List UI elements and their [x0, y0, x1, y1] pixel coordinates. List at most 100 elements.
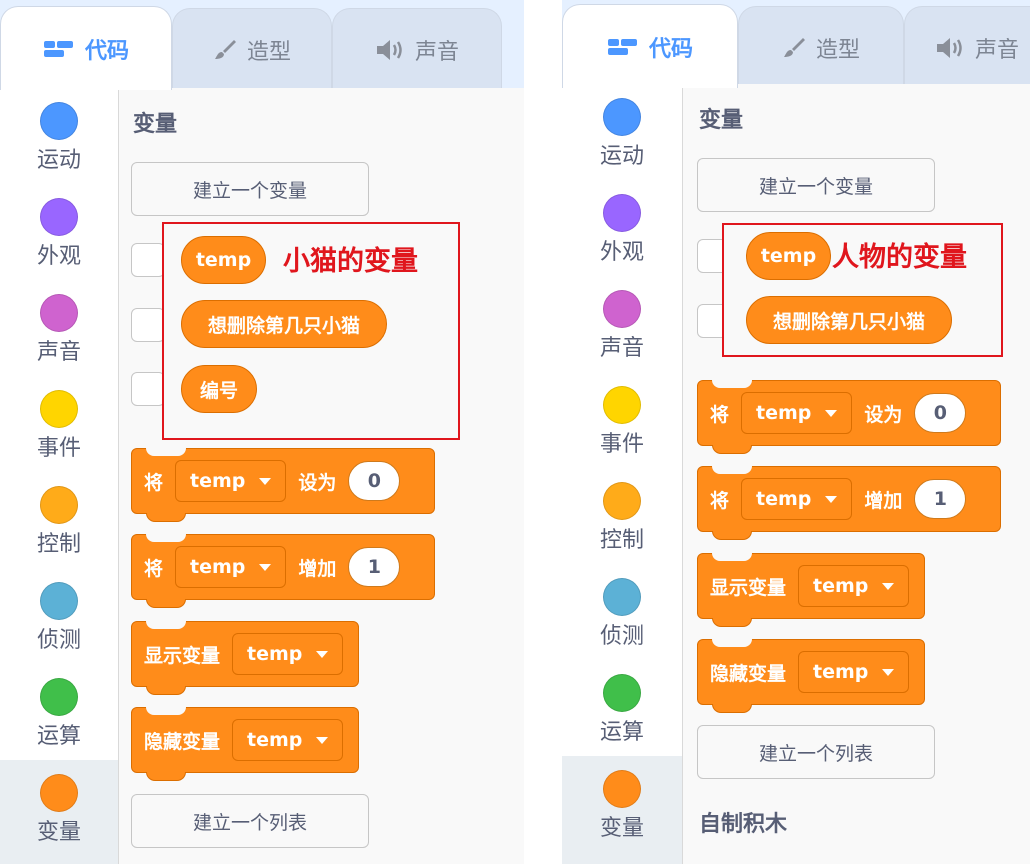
variable-dropdown[interactable]: temp [741, 392, 853, 434]
looks-dot-icon [603, 194, 641, 232]
tab-costumes[interactable]: 造型 [172, 8, 332, 90]
category-label: 控制 [599, 528, 644, 553]
dropdown-value: temp [756, 488, 812, 510]
set-variable-block[interactable]: 将 temp 设为 0 [131, 448, 435, 522]
category-label: 控制 [36, 532, 81, 557]
make-list-button[interactable]: 建立一个列表 [697, 725, 935, 779]
code-icon [43, 39, 75, 59]
block-text: 显示变量 [144, 644, 221, 667]
variables-dot-icon [40, 774, 78, 812]
variable-dropdown[interactable]: temp [741, 478, 853, 520]
dropdown-value: temp [813, 575, 869, 597]
variable-checkbox[interactable] [131, 243, 165, 277]
make-list-button[interactable]: 建立一个列表 [131, 794, 369, 848]
change-variable-block[interactable]: 将 temp 增加 1 [131, 534, 435, 608]
category-control[interactable]: 控制 [0, 482, 118, 578]
hide-variable-block[interactable]: 隐藏变量 temp [131, 707, 359, 781]
variable-dropdown[interactable]: temp [232, 633, 344, 675]
operators-dot-icon [40, 678, 78, 716]
category-label: 运算 [36, 724, 81, 749]
variable-reporter-temp[interactable]: temp [746, 232, 831, 280]
variable-dropdown[interactable]: temp [175, 460, 287, 502]
dropdown-value: temp [813, 661, 869, 683]
dropdown-value: temp [247, 729, 303, 751]
category-label: 变量 [36, 820, 81, 845]
category-label: 侦测 [599, 624, 644, 649]
variable-reporter[interactable]: 编号 [181, 365, 257, 413]
block-text: 增加 [864, 489, 903, 512]
variable-checkbox[interactable] [131, 308, 165, 342]
category-motion[interactable]: 运动 [562, 94, 682, 190]
variable-reporter[interactable]: 想删除第几只小猫 [746, 296, 952, 344]
tab-sounds-label: 声音 [414, 39, 459, 65]
sound-dot-icon [40, 294, 78, 332]
section-title-my-blocks: 自制积木 [699, 812, 788, 837]
variable-reporter[interactable]: 想删除第几只小猫 [181, 300, 387, 348]
code-icon [607, 37, 639, 57]
tab-code[interactable]: 代码 [562, 4, 738, 88]
category-variables[interactable]: 变量 [0, 760, 118, 864]
events-dot-icon [40, 390, 78, 428]
category-motion[interactable]: 运动 [0, 98, 118, 194]
category-operators[interactable]: 运算 [0, 674, 118, 770]
tab-costumes-label: 造型 [815, 37, 860, 63]
value-input[interactable]: 1 [348, 547, 401, 587]
block-text: 显示变量 [710, 576, 787, 599]
category-sensing[interactable]: 侦测 [0, 578, 118, 674]
variable-dropdown[interactable]: temp [798, 565, 910, 607]
sensing-dot-icon [603, 578, 641, 616]
category-sensing[interactable]: 侦测 [562, 574, 682, 670]
category-looks[interactable]: 外观 [562, 190, 682, 286]
control-dot-icon [603, 482, 641, 520]
block-text: 增加 [298, 557, 337, 580]
operators-dot-icon [603, 674, 641, 712]
category-variables[interactable]: 变量 [562, 756, 682, 864]
editor-tabs: 代码 造型 声音 [562, 0, 1030, 88]
category-events[interactable]: 事件 [0, 386, 118, 482]
show-variable-block[interactable]: 显示变量 temp [697, 553, 925, 627]
variable-dropdown[interactable]: temp [232, 719, 344, 761]
variable-reporter-temp[interactable]: temp [181, 236, 266, 284]
block-text: 隐藏变量 [710, 662, 787, 685]
caret-down-icon [882, 668, 895, 676]
make-variable-button[interactable]: 建立一个变量 [131, 162, 369, 216]
change-variable-block[interactable]: 将 temp 增加 1 [697, 466, 1001, 540]
category-menu: 运动 外观 声音 事件 控制 侦测 运算 变量 [562, 84, 683, 864]
events-dot-icon [603, 386, 641, 424]
category-operators[interactable]: 运算 [562, 670, 682, 766]
caret-down-icon [316, 650, 329, 658]
make-variable-button[interactable]: 建立一个变量 [697, 158, 935, 212]
category-control[interactable]: 控制 [562, 478, 682, 574]
tab-code[interactable]: 代码 [0, 6, 172, 90]
tab-costumes[interactable]: 造型 [738, 6, 904, 88]
motion-dot-icon [40, 102, 78, 140]
set-variable-block[interactable]: 将 temp 设为 0 [697, 380, 1001, 454]
block-palette: 变量 建立一个变量 temp 想删除第几只小猫 编号 小猫的变量 将 temp … [119, 88, 524, 864]
value-input[interactable]: 0 [914, 393, 967, 433]
left-panel: 代码 造型 声音 运动 外观 声音 事件 控制 侦测 运算 变量 变量 建立一个… [0, 0, 524, 864]
category-label: 外观 [599, 240, 644, 265]
category-label: 声音 [599, 336, 644, 361]
show-variable-block[interactable]: 显示变量 temp [131, 621, 359, 695]
value-input[interactable]: 1 [914, 479, 967, 519]
category-label: 侦测 [36, 628, 81, 653]
category-events[interactable]: 事件 [562, 382, 682, 478]
variable-dropdown[interactable]: temp [798, 651, 910, 693]
category-sound[interactable]: 声音 [562, 286, 682, 382]
caret-down-icon [259, 563, 272, 571]
dropdown-value: temp [247, 643, 303, 665]
variable-dropdown[interactable]: temp [175, 546, 287, 588]
tab-sounds[interactable]: 声音 [904, 6, 1030, 88]
category-sound[interactable]: 声音 [0, 290, 118, 386]
tab-sounds[interactable]: 声音 [332, 8, 502, 90]
category-label: 声音 [36, 340, 81, 365]
hide-variable-block[interactable]: 隐藏变量 temp [697, 639, 925, 713]
category-looks[interactable]: 外观 [0, 194, 118, 290]
value-input[interactable]: 0 [348, 461, 401, 501]
block-text: 隐藏变量 [144, 730, 221, 753]
brush-icon [782, 36, 806, 60]
block-text: 将 [710, 403, 730, 426]
variable-checkbox[interactable] [131, 372, 165, 406]
tab-code-label: 代码 [648, 36, 693, 62]
dropdown-value: temp [190, 470, 246, 492]
